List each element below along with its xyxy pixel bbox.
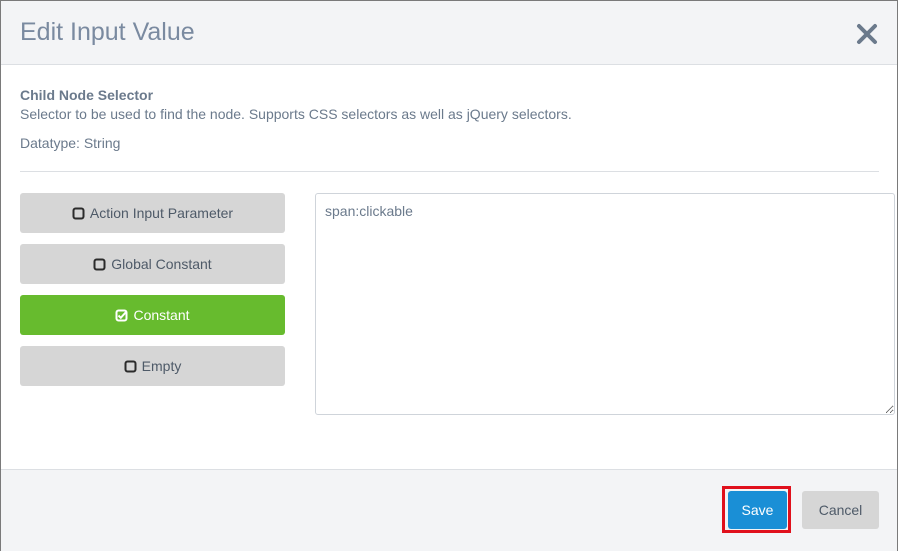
- option-label: Empty: [141, 358, 182, 374]
- option-label: Global Constant: [111, 256, 212, 272]
- edit-input-value-dialog: Edit Input Value Child Node Selector Sel…: [0, 0, 898, 551]
- close-icon[interactable]: [854, 21, 880, 47]
- checkbox-unchecked-icon: [93, 258, 106, 271]
- cancel-button[interactable]: Cancel: [802, 491, 879, 529]
- option-constant[interactable]: Constant: [20, 295, 285, 335]
- divider: [20, 171, 879, 172]
- field-datatype: Datatype: String: [20, 135, 121, 151]
- option-empty[interactable]: Empty: [20, 346, 285, 386]
- option-label: Action Input Parameter: [89, 205, 234, 221]
- field-name: Child Node Selector: [20, 87, 154, 103]
- checkbox-checked-icon: [115, 309, 128, 322]
- dialog-footer: Save Cancel: [1, 469, 897, 551]
- dialog-header: Edit Input Value: [1, 1, 897, 65]
- option-action-input-parameter[interactable]: Action Input Parameter: [20, 193, 285, 233]
- checkbox-unchecked-icon: [124, 360, 137, 373]
- save-button[interactable]: Save: [728, 491, 787, 529]
- checkbox-unchecked-icon: [72, 207, 85, 220]
- field-description: Selector to be used to find the node. Su…: [20, 106, 572, 122]
- dialog-title: Edit Input Value: [20, 18, 195, 46]
- option-global-constant[interactable]: Global Constant: [20, 244, 285, 284]
- value-textarea[interactable]: [315, 193, 895, 415]
- option-label: Constant: [133, 307, 190, 323]
